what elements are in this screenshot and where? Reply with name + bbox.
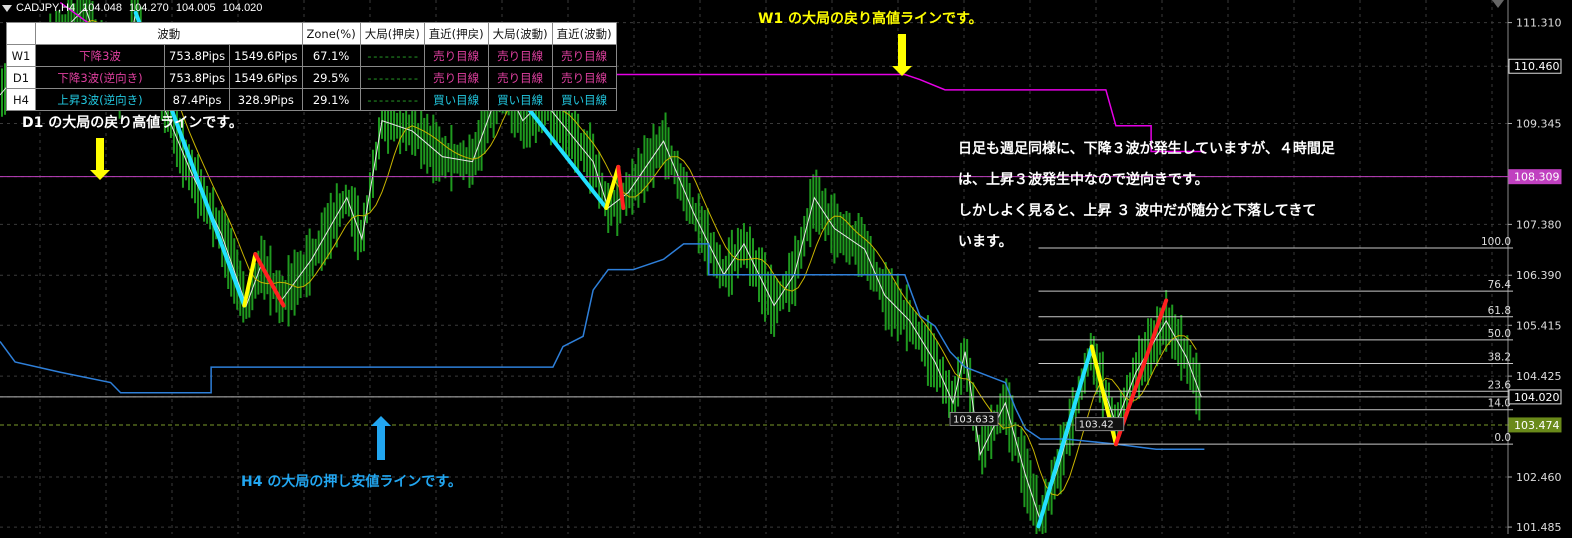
header-near-wave: 直近(波動) bbox=[551, 22, 617, 45]
y-tick-label: 109.345 bbox=[1516, 117, 1562, 130]
analysis-note: 日足も週足同様に、下降３波が発生していますが、４時間足 は、上昇３波発生中なので… bbox=[958, 134, 1335, 258]
zone-value: 67.1% bbox=[301, 44, 361, 67]
fibo-level-label: 61.8 bbox=[1488, 305, 1511, 317]
wave-name: 下降3波 bbox=[35, 44, 165, 67]
near-wave-value: 買い目線 bbox=[551, 88, 617, 111]
near-pull-value: 買い目線 bbox=[423, 88, 489, 111]
fibo-level-label: 38.2 bbox=[1488, 352, 1511, 364]
open-value: 104.048 bbox=[82, 2, 122, 14]
header-big-wave: 大局(波動) bbox=[487, 22, 553, 45]
table-row: D1 下降3波(逆向き) 753.8Pips 1549.6Pips 29.5% … bbox=[6, 66, 617, 89]
y-tick-label: 105.415 bbox=[1516, 319, 1562, 332]
zone-value: 29.1% bbox=[301, 88, 361, 111]
pips-total: 328.9Pips bbox=[229, 88, 303, 111]
h4-arrow-icon bbox=[371, 416, 391, 460]
big-wave-value: 買い目線 bbox=[487, 88, 553, 111]
big-pull-value: - - - - - - - - - bbox=[359, 66, 425, 89]
pips-total: 1549.6Pips bbox=[229, 66, 303, 89]
h4-annotation: H4 の大局の押し安値ラインです。 bbox=[241, 474, 462, 490]
big-wave-value: 売り目線 bbox=[487, 66, 553, 89]
symbol-label: CADJPY,H4 bbox=[16, 2, 76, 14]
note-line: は、上昇３波発生中なので逆向きです。 bbox=[958, 172, 1209, 188]
tf-label: D1 bbox=[6, 66, 36, 89]
tf-label: W1 bbox=[6, 44, 36, 67]
near-pull-value: 売り目線 bbox=[423, 66, 489, 89]
zone-value: 29.5% bbox=[301, 66, 361, 89]
near-wave-value: 売り目線 bbox=[551, 66, 617, 89]
w1-arrow-icon bbox=[892, 34, 912, 76]
wave-segment bbox=[1036, 344, 1094, 529]
big-pull-value: - - - - - - - - - bbox=[359, 88, 425, 111]
note-line: 日足も週足同様に、下降３波が発生していますが、４時間足 bbox=[958, 141, 1335, 157]
close-value: 104.020 bbox=[222, 2, 263, 14]
low-value: 104.005 bbox=[175, 2, 216, 14]
header-big-pull: 大局(押戻) bbox=[359, 22, 425, 45]
header-near-pull: 直近(押戻) bbox=[423, 22, 489, 45]
chart-menu-triangle-icon[interactable] bbox=[1492, 0, 1504, 8]
wave-name: 下降3波(逆向き) bbox=[35, 66, 165, 89]
table-row: W1 下降3波 753.8Pips 1549.6Pips 67.1% - - -… bbox=[6, 44, 617, 67]
pips-value: 87.4Pips bbox=[163, 88, 231, 111]
fibo-level-label: 50.0 bbox=[1488, 328, 1511, 340]
header-wave: 波動 bbox=[35, 22, 303, 45]
y-tick-label: 111.310 bbox=[1516, 17, 1562, 30]
fibo-level-label: 76.4 bbox=[1488, 279, 1512, 291]
price-tag-label: 103.633 bbox=[953, 414, 994, 425]
high-value: 104.270 bbox=[129, 2, 169, 14]
y-tick-label: 106.390 bbox=[1516, 269, 1562, 282]
pips-value: 753.8Pips bbox=[163, 66, 231, 89]
price-tag-label: 103.42 bbox=[1079, 420, 1114, 431]
tf-label: H4 bbox=[6, 88, 36, 111]
table-row: H4 上昇3波(逆向き) 87.4Pips 328.9Pips 29.1% - … bbox=[6, 88, 617, 111]
price-label-text: 108.309 bbox=[1514, 171, 1560, 184]
price-label-text: 110.460 bbox=[1514, 60, 1560, 73]
pips-total: 1549.6Pips bbox=[229, 44, 303, 67]
w1-annotation: W1 の大局の戻り高値ラインです。 bbox=[758, 11, 983, 27]
y-tick-label: 107.380 bbox=[1516, 218, 1562, 231]
price-label-text: 104.020 bbox=[1514, 391, 1560, 404]
near-wave-value: 売り目線 bbox=[551, 44, 617, 67]
header-zone: Zone(%) bbox=[301, 22, 361, 45]
h4-support-line bbox=[0, 243, 1205, 451]
dropdown-triangle-icon[interactable] bbox=[2, 4, 12, 12]
chart-header: CADJPY,H4 104.048 104.270 104.005 104.02… bbox=[2, 2, 266, 14]
fibo-level-label: 0.0 bbox=[1494, 432, 1511, 444]
d1-annotation: D1 の大局の戻り高値ラインです。 bbox=[22, 115, 243, 131]
y-tick-label: 104.425 bbox=[1516, 370, 1562, 383]
y-tick-label: 102.460 bbox=[1516, 471, 1562, 484]
d1-arrow-icon bbox=[90, 138, 110, 180]
big-wave-value: 売り目線 bbox=[487, 44, 553, 67]
price-label-text: 103.474 bbox=[1514, 419, 1560, 432]
fibo-level-label: 23.6 bbox=[1488, 379, 1512, 391]
pips-value: 753.8Pips bbox=[163, 44, 231, 67]
note-line: います。 bbox=[958, 234, 1013, 250]
near-pull-value: 売り目線 bbox=[423, 44, 489, 67]
wave-info-table: 波動 Zone(%) 大局(押戻) 直近(押戻) 大局(波動) 直近(波動) W… bbox=[6, 22, 617, 111]
wave-name: 上昇3波(逆向き) bbox=[35, 88, 165, 111]
table-corner bbox=[6, 22, 36, 45]
y-tick-label: 101.485 bbox=[1516, 521, 1562, 534]
big-pull-value: - - - - - - - - - bbox=[359, 44, 425, 67]
fibo-level-label: 14.0 bbox=[1488, 398, 1511, 410]
wave-segment bbox=[616, 164, 626, 210]
note-line: しかしよく見ると、上昇 ３ 波中だが随分と下落してきて bbox=[958, 203, 1317, 219]
fibo-level-label: 100.0 bbox=[1481, 236, 1511, 248]
table-header-row: 波動 Zone(%) 大局(押戻) 直近(押戻) 大局(波動) 直近(波動) bbox=[6, 22, 617, 45]
